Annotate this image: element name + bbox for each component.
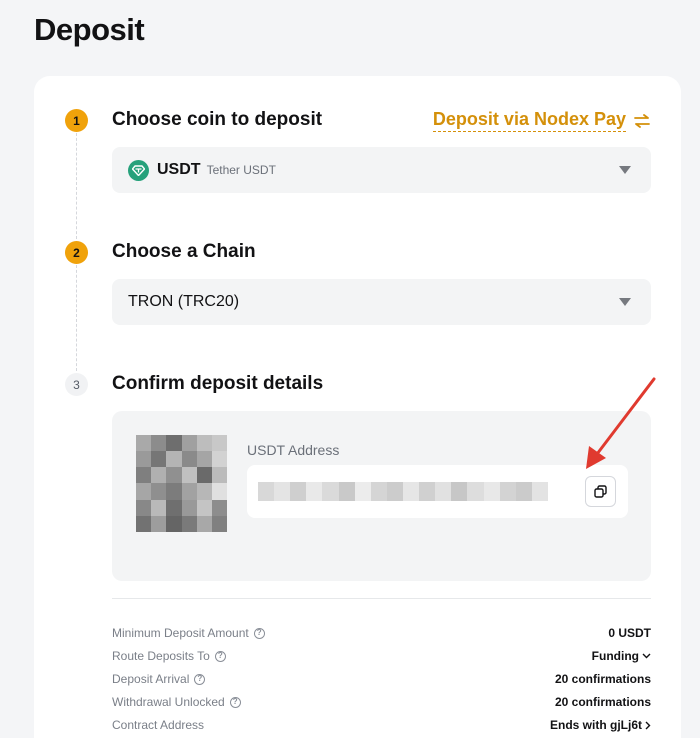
detail-row-withdrawal-unlocked: Withdrawal Unlocked? 20 confirmations: [112, 693, 651, 711]
detail-row-deposit-arrival: Deposit Arrival? 20 confirmations: [112, 670, 651, 688]
detail-label: Minimum Deposit Amount: [112, 626, 249, 640]
detail-label: Withdrawal Unlocked: [112, 695, 225, 709]
detail-value: 20 confirmations: [554, 695, 651, 709]
detail-label: Route Deposits To: [112, 649, 210, 663]
help-icon[interactable]: ?: [253, 627, 265, 639]
qr-code: [136, 435, 227, 532]
detail-value: 0 USDT: [608, 626, 651, 640]
step-connector: [76, 265, 77, 371]
dropdown-caret-icon: [619, 298, 631, 306]
detail-row-route-deposits: Route Deposits To? Funding: [112, 647, 651, 665]
copy-address-button[interactable]: [585, 476, 616, 507]
detail-value: Ends with gjLj6t: [550, 718, 642, 732]
contract-address-link[interactable]: Ends with gjLj6t: [550, 718, 651, 732]
divider: [112, 598, 651, 599]
step-3-title: Confirm deposit details: [112, 373, 324, 394]
chain-select[interactable]: TRON (TRC20): [112, 279, 651, 325]
detail-row-contract-address: Contract Address Ends with gjLj6t: [112, 716, 651, 734]
detail-value: Funding: [591, 649, 639, 663]
step-2-title: Choose a Chain: [112, 241, 256, 262]
nodex-pay-label: Deposit via Nodex Pay: [432, 109, 626, 132]
step-3-badge: 3: [65, 373, 88, 396]
copy-icon: [594, 485, 607, 498]
step-1-title: Choose coin to deposit: [112, 109, 323, 130]
coin-select[interactable]: USDT Tether USDT: [112, 147, 651, 193]
chain-value: TRON (TRC20): [128, 293, 240, 310]
route-deposits-select[interactable]: Funding: [592, 649, 651, 663]
swap-arrows-icon: [634, 113, 650, 128]
page-title: Deposit: [34, 12, 145, 47]
detail-label: Contract Address: [112, 718, 205, 732]
deposit-via-nodex-pay-link[interactable]: Deposit via Nodex Pay: [432, 109, 650, 132]
step-1-badge: 1: [65, 109, 88, 132]
address-field[interactable]: [247, 465, 628, 518]
coin-name: Tether USDT: [206, 163, 276, 177]
help-icon[interactable]: ?: [229, 696, 241, 708]
coin-symbol: USDT: [157, 161, 201, 178]
detail-value: 20 confirmations: [554, 672, 651, 686]
help-icon[interactable]: ?: [214, 650, 226, 662]
chevron-down-icon: [642, 653, 651, 659]
detail-row-minimum-deposit: Minimum Deposit Amount? 0 USDT: [112, 624, 651, 642]
address-label: USDT Address: [247, 442, 340, 458]
address-value-redacted: [258, 482, 548, 501]
tether-icon: [128, 159, 149, 181]
chevron-right-icon: [645, 721, 651, 729]
dropdown-caret-icon: [619, 166, 631, 174]
deposit-card: 1 Choose coin to deposit Deposit via Nod…: [34, 76, 681, 738]
step-2-badge: 2: [65, 241, 88, 264]
step-connector: [76, 133, 77, 239]
deposit-details-panel: USDT Address: [112, 411, 651, 581]
detail-label: Deposit Arrival: [112, 672, 190, 686]
help-icon[interactable]: ?: [194, 673, 206, 685]
